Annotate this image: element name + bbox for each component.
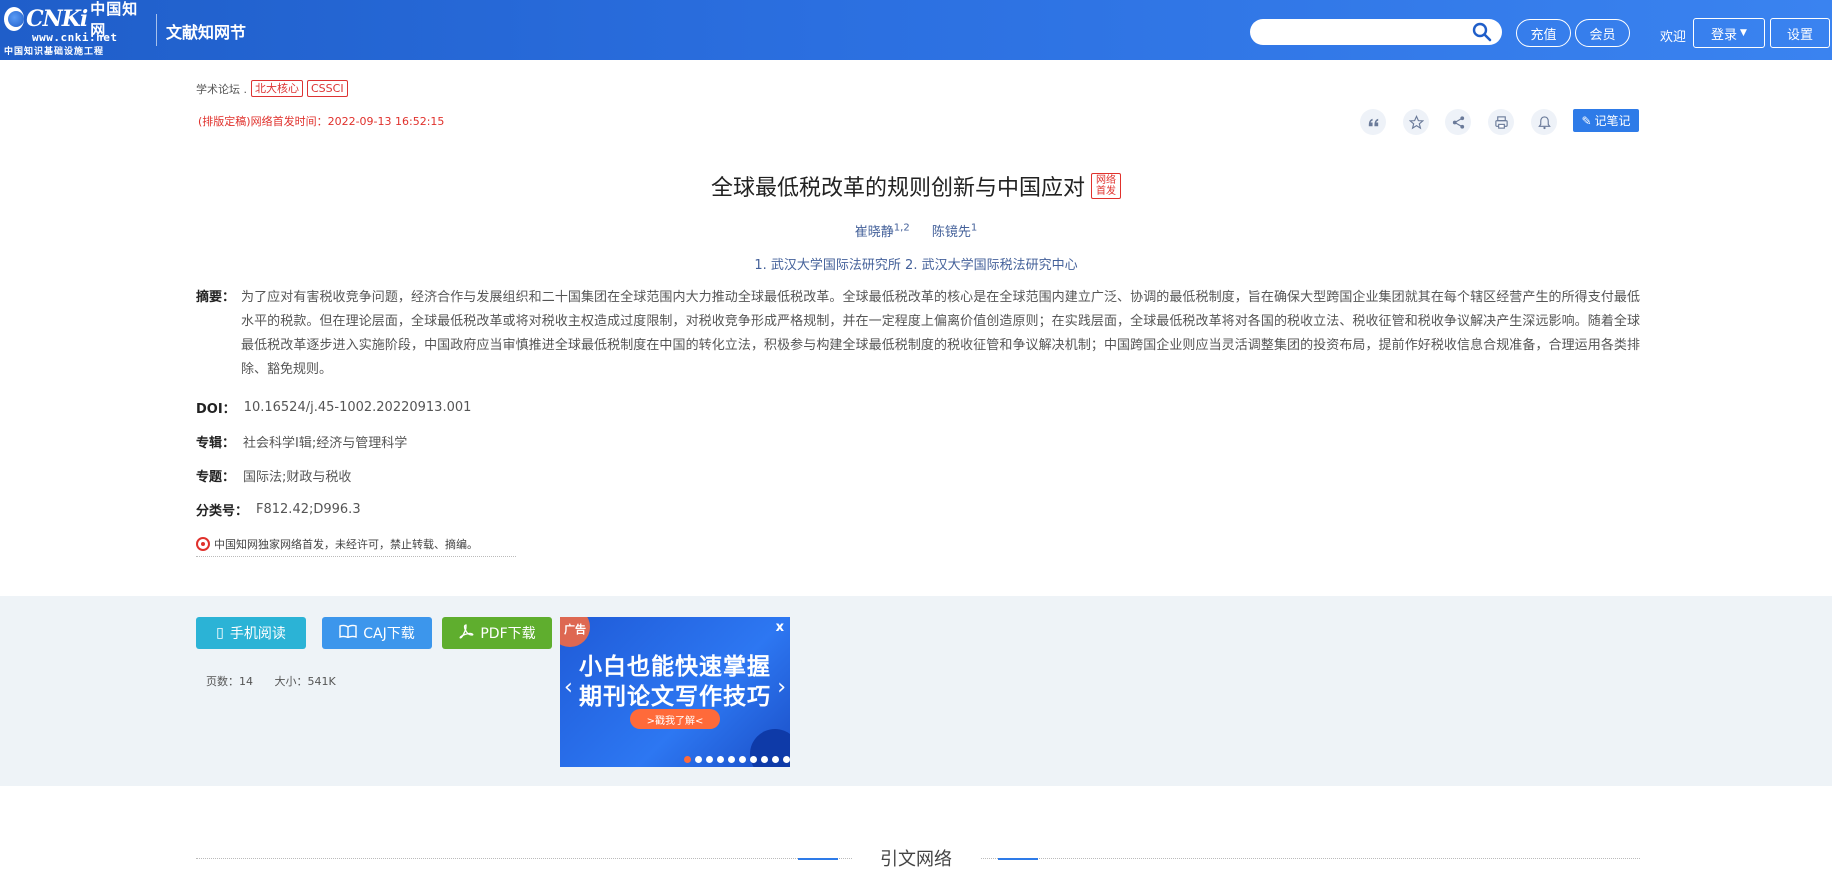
login-button[interactable]: 登录 ▼ bbox=[1693, 18, 1765, 48]
abstract-block: 摘要： 为了应对有害税收竞争问题，经济合作与发展组织和二十国集团在全球范围内大力… bbox=[196, 286, 1640, 382]
carousel-dot[interactable] bbox=[728, 756, 735, 763]
author-list: 崔晓静1,2 陈镜先1 bbox=[0, 221, 1832, 240]
exclusive-text: 中国知网独家网络首发，未经许可，禁止转载、摘编。 bbox=[214, 538, 478, 551]
ad-pagination bbox=[684, 756, 790, 763]
carousel-dot[interactable] bbox=[717, 756, 724, 763]
carousel-dot[interactable] bbox=[695, 756, 702, 763]
caj-download-button[interactable]: CAJ下载 bbox=[322, 617, 432, 649]
cnki-logo[interactable]: CNKi 中国知网 www.cnki.net 中国知识基础设施工程 bbox=[4, 0, 144, 57]
welcome-text: 欢迎 bbox=[1660, 30, 1687, 45]
pdf-icon bbox=[458, 623, 474, 643]
print-icon[interactable] bbox=[1488, 109, 1514, 135]
journal-link[interactable]: 学术论坛 . bbox=[196, 81, 247, 97]
globe-icon bbox=[4, 7, 25, 31]
article-title-row: 全球最低税改革的规则创新与中国应对 网络 首发 bbox=[0, 170, 1832, 202]
book-icon bbox=[339, 624, 357, 642]
chevron-left-icon[interactable]: ‹ bbox=[564, 675, 573, 700]
abstract-label: 摘要： bbox=[196, 290, 236, 305]
citation-network-label: 引文网络 bbox=[852, 849, 980, 870]
recharge-button[interactable]: 充值 bbox=[1516, 19, 1571, 47]
doi-row: DOI： 10.16524/j.45-1002.20220913.001 bbox=[196, 398, 471, 417]
target-icon bbox=[196, 537, 210, 551]
mobile-read-label: 手机阅读 bbox=[229, 626, 286, 642]
carousel-dot[interactable] bbox=[750, 756, 757, 763]
caj-download-label: CAJ下载 bbox=[363, 626, 415, 642]
breadcrumb: 学术论坛 . 北大核心 CSSCI bbox=[196, 80, 348, 97]
divider-accent-left bbox=[798, 858, 838, 860]
carousel-dot[interactable] bbox=[761, 756, 768, 763]
classification-value: F812.42;D996.3 bbox=[256, 502, 361, 517]
publish-time: (排版定稿)网络首发时间：2022-09-13 16:52:15 bbox=[198, 115, 445, 128]
topic-value: 国际法;财政与税收 bbox=[243, 470, 352, 485]
carousel-dot[interactable] bbox=[684, 756, 691, 763]
author-link[interactable]: 崔晓静1,2 bbox=[854, 222, 910, 240]
carousel-dot[interactable] bbox=[739, 756, 746, 763]
carousel-dot[interactable] bbox=[706, 756, 713, 763]
core-tag-pku: 北大核心 bbox=[251, 80, 303, 97]
citation-network-title: 引文网络 bbox=[0, 845, 1832, 871]
badge-line1: 网络 bbox=[1096, 175, 1116, 186]
article-title: 全球最低税改革的规则创新与中国应对 bbox=[710, 176, 1085, 201]
doi-label: DOI： bbox=[196, 402, 236, 417]
affiliations[interactable]: 1. 武汉大学国际法研究所 2. 武汉大学国际税法研究中心 bbox=[0, 254, 1832, 273]
ad-banner[interactable]: 广告 x 小白也能快速掌握 期刊论文写作技巧 >戳我了解< ‹ › bbox=[560, 617, 790, 767]
mobile-read-button[interactable]: ▯ 手机阅读 bbox=[196, 617, 306, 649]
series-value: 社会科学Ⅰ辑;经济与管理科学 bbox=[243, 436, 408, 451]
cite-icon[interactable] bbox=[1360, 109, 1386, 135]
author-link[interactable]: 陈镜先1 bbox=[931, 222, 978, 240]
phone-icon: ▯ bbox=[216, 625, 224, 641]
search-input[interactable] bbox=[1250, 19, 1502, 45]
online-first-badge: 网络 首发 bbox=[1091, 173, 1121, 199]
close-icon[interactable]: x bbox=[776, 620, 784, 635]
take-note-label: 记笔记 bbox=[1594, 114, 1631, 128]
logo-cnki-text: CNKi bbox=[26, 6, 88, 32]
ad-headline-1: 小白也能快速掌握 bbox=[579, 654, 771, 680]
bell-icon[interactable] bbox=[1531, 109, 1557, 135]
doi-value[interactable]: 10.16524/j.45-1002.20220913.001 bbox=[244, 400, 472, 415]
chevron-down-icon: ▼ bbox=[1740, 28, 1747, 38]
file-info: 页数：14 大小：541K bbox=[206, 673, 336, 689]
logo-top-row: CNKi 中国知网 bbox=[4, 0, 144, 39]
topic-label: 专题： bbox=[196, 470, 236, 485]
section-title: 文献知网节 bbox=[166, 23, 247, 42]
share-icon[interactable] bbox=[1445, 109, 1471, 135]
carousel-dot[interactable] bbox=[772, 756, 779, 763]
ad-label: 广告 bbox=[564, 623, 586, 636]
member-button[interactable]: 会员 bbox=[1575, 19, 1630, 47]
pdf-download-label: PDF下载 bbox=[480, 626, 536, 642]
series-row: 专辑： 社会科学Ⅰ辑;经济与管理科学 bbox=[196, 432, 407, 451]
classification-row: 分类号： F812.42;D996.3 bbox=[196, 500, 361, 519]
star-icon[interactable] bbox=[1403, 109, 1429, 135]
logo-subtitle: 中国知识基础设施工程 bbox=[4, 47, 105, 57]
login-label: 登录 bbox=[1711, 27, 1738, 43]
divider-accent-right bbox=[998, 858, 1038, 860]
exclusive-notice: 中国知网独家网络首发，未经许可，禁止转载、摘编。 bbox=[196, 536, 516, 557]
pencil-icon: ✎ bbox=[1581, 113, 1592, 128]
carousel-dot[interactable] bbox=[783, 756, 790, 763]
header-divider bbox=[156, 14, 157, 46]
chevron-right-icon[interactable]: › bbox=[777, 675, 786, 700]
ad-cta-button[interactable]: >戳我了解< bbox=[630, 709, 720, 729]
file-size: 大小：541K bbox=[274, 675, 336, 688]
author-affil-sup: 1 bbox=[970, 222, 978, 234]
classification-label: 分类号： bbox=[196, 504, 249, 519]
abstract-text: 为了应对有害税收竞争问题，经济合作与发展组织和二十国集团在全球范围内大力推动全球… bbox=[241, 290, 1640, 377]
pdf-download-button[interactable]: PDF下载 bbox=[442, 617, 552, 649]
author-name: 崔晓静 bbox=[854, 225, 894, 240]
ad-headline-2: 期刊论文写作技巧 bbox=[579, 684, 771, 710]
core-tag-cssci: CSSCI bbox=[307, 80, 348, 97]
take-note-button[interactable]: ✎ 记笔记 bbox=[1573, 109, 1639, 132]
topic-row: 专题： 国际法;财政与税收 bbox=[196, 466, 351, 485]
settings-button[interactable]: 设置 bbox=[1770, 18, 1830, 48]
page-count: 页数：14 bbox=[206, 675, 253, 688]
search-icon[interactable] bbox=[1472, 22, 1492, 42]
badge-line2: 首发 bbox=[1096, 186, 1116, 197]
series-label: 专辑： bbox=[196, 436, 236, 451]
top-header-bar: CNKi 中国知网 www.cnki.net 中国知识基础设施工程 文献知网节 … bbox=[0, 0, 1832, 60]
author-affil-sup: 1,2 bbox=[893, 222, 910, 234]
article-title-wrap: 全球最低税改革的规则创新与中国应对 网络 首发 bbox=[711, 170, 1121, 202]
author-name: 陈镜先 bbox=[931, 225, 971, 240]
